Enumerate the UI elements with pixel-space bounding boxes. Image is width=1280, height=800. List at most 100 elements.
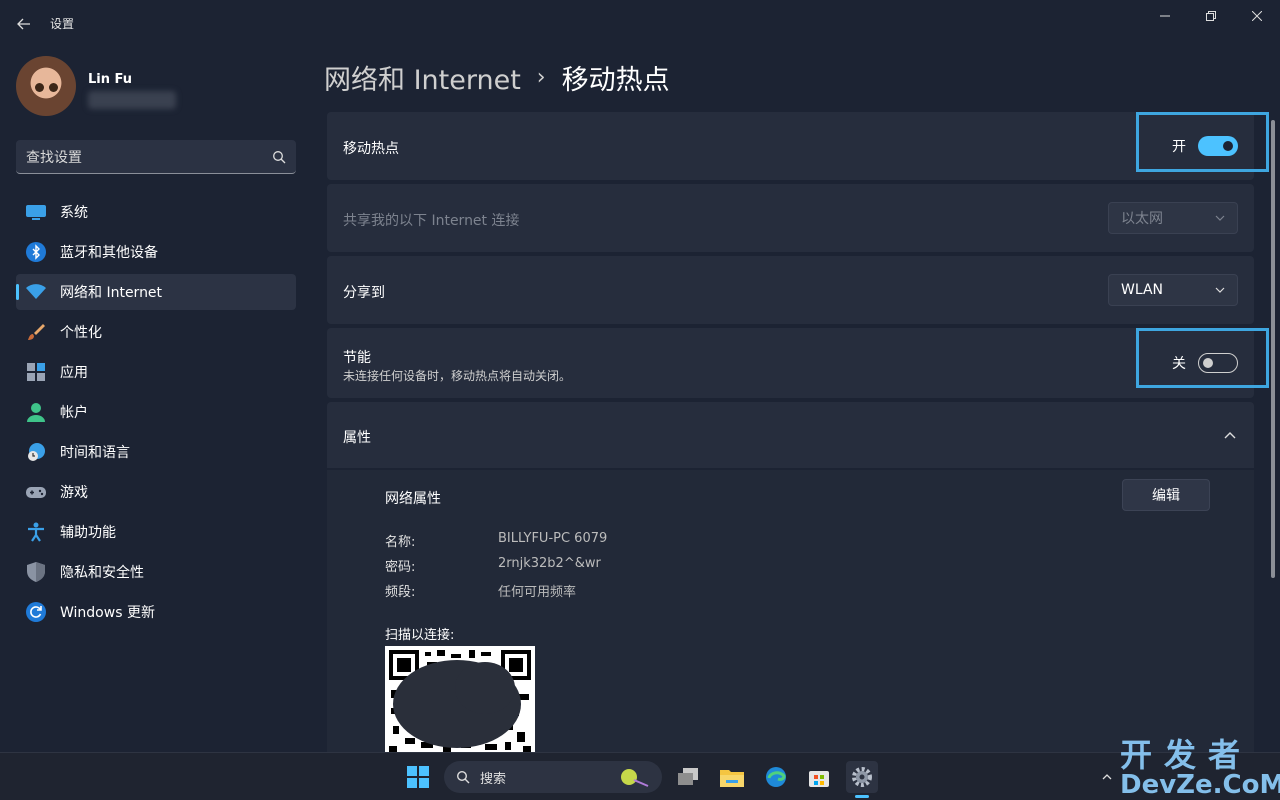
breadcrumb-separator: › <box>536 65 546 90</box>
show-hidden-icons-button[interactable] <box>1094 761 1120 793</box>
share-connection-label: 共享我的以下 Internet 连接 <box>343 213 520 229</box>
property-row: 密码: 2rnjk32b2^&wr <box>385 556 601 575</box>
power-saving-toggle[interactable] <box>1198 353 1238 373</box>
restore-icon <box>1206 11 1216 21</box>
gear-icon <box>852 767 872 787</box>
avatar-eye <box>35 83 44 92</box>
properties-panel: 网络属性 编辑 名称: BILLYFU-PC 6079 密码: 2rnjk32b… <box>327 470 1254 756</box>
window-controls <box>1142 0 1280 32</box>
store-button[interactable] <box>803 761 835 793</box>
share-over-dropdown[interactable]: WLAN <box>1108 274 1238 306</box>
sidebar-item-accessibility[interactable]: 辅助功能 <box>16 514 296 550</box>
wifi-icon <box>26 282 46 302</box>
start-button[interactable] <box>402 761 434 793</box>
property-value: BILLYFU-PC 6079 <box>498 531 608 546</box>
sidebar-item-accounts[interactable]: 帐户 <box>16 394 296 430</box>
sidebar-item-bluetooth[interactable]: 蓝牙和其他设备 <box>16 234 296 270</box>
hotspot-label: 移动热点 <box>343 141 399 157</box>
page-title: 移动热点 <box>561 65 670 96</box>
chevron-down-icon <box>1215 215 1225 221</box>
sidebar-item-network[interactable]: 网络和 Internet <box>16 274 296 310</box>
network-properties-title: 网络属性 <box>385 491 441 507</box>
property-key: 频段: <box>385 585 416 600</box>
paintbrush-icon <box>26 322 46 342</box>
settings-taskbar-button[interactable] <box>846 761 878 793</box>
back-arrow-icon <box>17 18 30 30</box>
property-value: 任何可用频率 <box>498 585 577 600</box>
search-placeholder: 查找设置 <box>26 149 82 166</box>
chevron-up-icon <box>1102 774 1112 780</box>
sidebar-nav: 系统 蓝牙和其他设备 网络和 Internet 个性化 应用 帐户 时间和语言 … <box>16 194 296 634</box>
hotspot-toggle[interactable] <box>1198 136 1238 156</box>
sidebar-item-privacy[interactable]: 隐私和安全性 <box>16 554 296 590</box>
task-view-button[interactable] <box>672 761 704 793</box>
scan-to-connect-label: 扫描以连接: <box>385 628 455 643</box>
restore-button[interactable] <box>1188 0 1234 32</box>
sidebar-item-windows-update[interactable]: Windows 更新 <box>16 594 296 630</box>
shield-icon <box>26 562 46 582</box>
user-profile[interactable]: Lin Fu <box>16 56 176 116</box>
properties-header: 属性 <box>343 430 371 446</box>
windows-logo-icon <box>407 766 429 788</box>
dropdown-value: 以太网 <box>1121 211 1163 227</box>
share-connection-card: 共享我的以下 Internet 连接 以太网 <box>327 184 1254 252</box>
sidebar-item-label: 应用 <box>60 365 88 381</box>
sidebar-item-gaming[interactable]: 游戏 <box>16 474 296 510</box>
dropdown-value: WLAN <box>1121 282 1164 298</box>
title-bar: 设置 <box>0 0 1280 48</box>
share-over-card: 分享到 WLAN <box>327 256 1254 324</box>
monitor-icon <box>26 202 46 222</box>
bluetooth-icon <box>26 242 46 262</box>
sidebar-item-label: 蓝牙和其他设备 <box>60 245 158 261</box>
hotspot-toggle-group: 开 <box>1172 136 1238 156</box>
taskbar-search[interactable]: 搜索 <box>444 761 662 793</box>
sidebar-item-label: 个性化 <box>60 325 102 341</box>
sidebar-item-label: 游戏 <box>60 485 88 501</box>
share-over-label: 分享到 <box>343 285 385 301</box>
watermark-bottom: DevZe.CoM <box>1120 770 1280 800</box>
minimize-button[interactable] <box>1142 0 1188 32</box>
avatar-eye <box>49 83 58 92</box>
sidebar-item-system[interactable]: 系统 <box>16 194 296 230</box>
search-icon <box>273 150 286 163</box>
sidebar-item-time-language[interactable]: 时间和语言 <box>16 434 296 470</box>
search-input[interactable]: 查找设置 <box>16 140 296 174</box>
sidebar-item-label: 隐私和安全性 <box>60 565 144 581</box>
sidebar-item-personalization[interactable]: 个性化 <box>16 314 296 350</box>
file-explorer-button[interactable] <box>716 761 748 793</box>
folder-icon <box>720 770 744 787</box>
sidebar-item-label: Windows 更新 <box>60 605 155 621</box>
toggle-knob <box>1223 141 1233 151</box>
share-connection-dropdown[interactable]: 以太网 <box>1108 202 1238 234</box>
property-row: 频段: 任何可用频率 <box>385 581 576 600</box>
app-title: 设置 <box>50 17 75 31</box>
sidebar-item-label: 时间和语言 <box>60 445 130 461</box>
breadcrumb-parent[interactable]: 网络和 Internet <box>324 58 521 97</box>
property-row: 名称: BILLYFU-PC 6079 <box>385 531 607 550</box>
person-icon <box>26 402 46 422</box>
breadcrumb: 网络和 Internet › 移动热点 <box>324 58 670 97</box>
power-saving-label: 节能 <box>343 350 371 366</box>
power-saving-card: 节能 未连接任何设备时，移动热点将自动关闭。 关 <box>327 328 1254 398</box>
power-saving-toggle-state: 关 <box>1172 356 1186 372</box>
power-saving-toggle-group: 关 <box>1172 353 1238 373</box>
back-button[interactable] <box>10 10 38 38</box>
search-highlight-icon <box>621 769 649 787</box>
taskbar: 搜索 <box>0 752 1280 800</box>
scrollbar[interactable] <box>1271 120 1275 578</box>
edit-button[interactable]: 编辑 <box>1122 479 1210 511</box>
taskbar-search-label: 搜索 <box>480 771 507 787</box>
qr-code-image <box>389 650 531 752</box>
chevron-down-icon <box>1215 287 1225 293</box>
user-name: Lin Fu <box>88 72 133 87</box>
active-app-indicator <box>855 795 869 798</box>
edge-browser-button[interactable] <box>760 761 792 793</box>
sidebar-item-label: 网络和 Internet <box>60 285 163 301</box>
sidebar-item-label: 系统 <box>60 205 88 221</box>
hotspot-card: 移动热点 开 <box>327 112 1254 180</box>
sidebar-item-label: 帐户 <box>60 405 88 421</box>
power-saving-description: 未连接任何设备时，移动热点将自动关闭。 <box>343 369 572 383</box>
close-button[interactable] <box>1234 0 1280 32</box>
properties-expander[interactable]: 属性 <box>327 402 1254 468</box>
sidebar-item-apps[interactable]: 应用 <box>16 354 296 390</box>
